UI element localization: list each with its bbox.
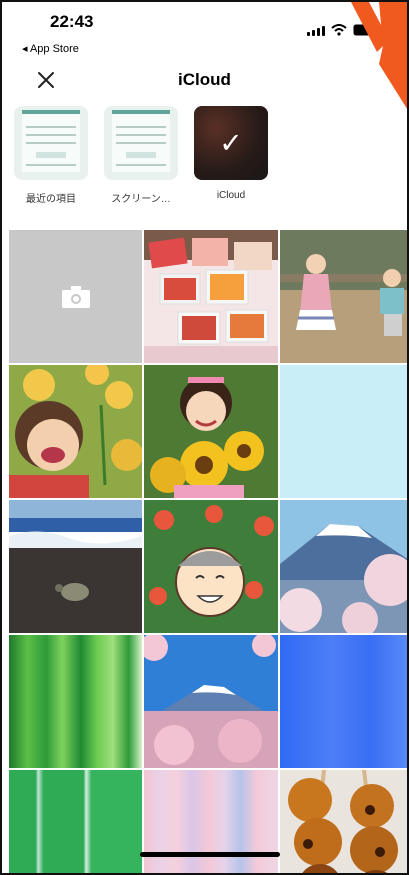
photo-thumbnail[interactable] <box>280 500 407 633</box>
photo-thumbnail[interactable] <box>280 770 407 873</box>
album-label: iCloud <box>216 190 246 201</box>
cellular-signal-icon <box>307 26 325 36</box>
annotation-arrow-icon <box>351 2 407 109</box>
photo-thumbnail[interactable] <box>144 635 278 768</box>
phone-screen: 22:43 ◂ App Store iCloud 最近の項目 スクリーン… ✓ … <box>0 0 409 875</box>
album-screenshots[interactable]: スクリーン… <box>104 106 178 205</box>
checkmark-icon: ✓ <box>219 127 243 159</box>
photo-thumbnail[interactable] <box>280 230 407 363</box>
back-to-app-store-link[interactable]: ◂ App Store <box>22 42 79 55</box>
photo-thumbnail[interactable] <box>144 500 278 633</box>
album-list: 最近の項目 スクリーン… ✓ iCloud <box>14 106 268 205</box>
album-thumbnail <box>14 106 88 180</box>
camera-tile[interactable] <box>9 230 142 363</box>
wifi-icon <box>331 24 347 36</box>
album-thumbnail <box>104 106 178 180</box>
album-recents[interactable]: 最近の項目 <box>14 106 88 205</box>
photo-thumbnail[interactable] <box>9 500 142 633</box>
photo-thumbnail[interactable] <box>144 230 278 363</box>
photo-grid <box>9 230 407 873</box>
camera-icon <box>61 285 90 308</box>
album-icloud[interactable]: ✓ iCloud <box>194 106 268 205</box>
status-time: 22:43 <box>50 12 94 31</box>
home-indicator[interactable] <box>140 852 280 857</box>
album-thumbnail: ✓ <box>194 106 268 180</box>
photo-thumbnail[interactable] <box>9 770 142 873</box>
page-title: iCloud <box>178 70 231 89</box>
album-label: スクリーン… <box>111 194 171 205</box>
photo-thumbnail[interactable] <box>144 365 278 498</box>
photo-thumbnail[interactable] <box>9 365 142 498</box>
photo-thumbnail[interactable] <box>144 770 278 873</box>
photo-thumbnail[interactable] <box>9 635 142 768</box>
photo-thumbnail[interactable] <box>280 635 407 768</box>
album-label: 最近の項目 <box>26 194 76 205</box>
photo-thumbnail[interactable] <box>280 365 407 498</box>
